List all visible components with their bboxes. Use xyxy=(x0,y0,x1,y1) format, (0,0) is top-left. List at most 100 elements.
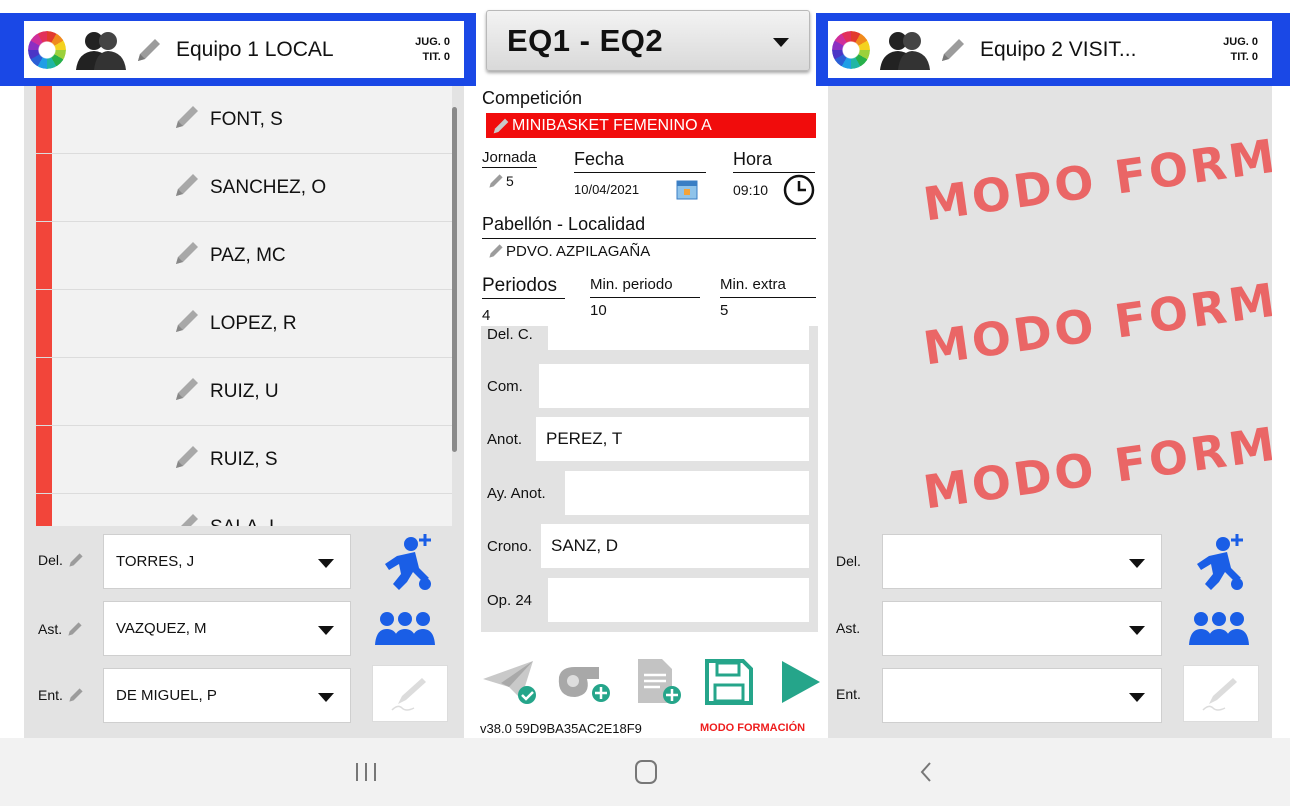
home-delegate-value: TORRES, J xyxy=(116,553,195,570)
edit-pencil-icon[interactable] xyxy=(172,102,202,137)
clock-icon[interactable] xyxy=(783,174,815,211)
home-player-list[interactable]: FONT, S SANCHEZ, O PAZ, MC LOPEZ, R RUIZ… xyxy=(36,86,452,526)
training-mode-watermark: MODO FORMA xyxy=(920,266,1272,376)
back-icon[interactable] xyxy=(904,752,948,792)
hora-value[interactable]: 09:10 xyxy=(733,182,768,198)
team-members-icon[interactable] xyxy=(1186,604,1252,654)
home-coach-signature-box[interactable] xyxy=(372,665,448,722)
official-label: Ay. Anot. xyxy=(487,484,546,502)
official-label: Anot. xyxy=(487,430,523,448)
home-coach-select[interactable]: DE MIGUEL, P xyxy=(103,668,351,723)
away-coach-select[interactable] xyxy=(882,668,1162,723)
edit-pencil-icon[interactable] xyxy=(486,172,506,190)
match-selector-dropdown[interactable]: EQ1 - EQ2 xyxy=(486,10,810,71)
away-team-name[interactable]: Equipo 2 VISIT... xyxy=(980,38,1136,62)
chevron-down-icon xyxy=(318,693,334,702)
jornada-field[interactable]: 5 xyxy=(486,172,514,190)
edit-pencil-icon[interactable] xyxy=(172,442,202,477)
away-staff-delegate-label: Del. xyxy=(836,553,861,569)
home-assistant-value: VAZQUEZ, M xyxy=(116,620,207,637)
edit-pencil-icon[interactable] xyxy=(67,686,85,704)
fecha-value[interactable]: 10/04/2021 xyxy=(574,182,639,197)
min-extra-value[interactable]: 5 xyxy=(720,302,728,319)
official-row: Crono. SANZ, D xyxy=(481,524,818,568)
player-row[interactable]: SANCHEZ, O xyxy=(36,154,452,222)
away-coach-signature-box[interactable] xyxy=(1183,665,1259,722)
edit-pencil-icon[interactable] xyxy=(134,35,164,65)
save-icon[interactable] xyxy=(700,657,758,707)
recent-apps-icon[interactable] xyxy=(344,752,388,792)
player-color-stripe xyxy=(36,222,52,289)
official-input[interactable] xyxy=(548,326,809,350)
official-input[interactable] xyxy=(565,471,809,515)
edit-pencil-icon[interactable] xyxy=(172,170,202,205)
color-wheel-icon[interactable] xyxy=(832,30,870,69)
player-row[interactable]: RUIZ, S xyxy=(36,426,452,494)
home-icon[interactable] xyxy=(624,752,668,792)
away-delegate-select[interactable] xyxy=(882,534,1162,589)
team-members-icon[interactable] xyxy=(372,604,438,654)
away-tit-count: TIT. 0 xyxy=(1230,50,1258,63)
home-jug-count: JUG. 0 xyxy=(415,35,450,48)
system-navigation-bar xyxy=(0,738,1290,806)
chevron-down-icon xyxy=(1129,693,1145,702)
chevron-down-icon xyxy=(318,626,334,635)
pabellon-underline xyxy=(482,238,816,239)
home-delegate-select[interactable]: TORRES, J xyxy=(103,534,351,589)
edit-pencil-icon[interactable] xyxy=(486,242,506,260)
calendar-icon[interactable] xyxy=(676,178,698,205)
competition-field[interactable]: MINIBASKET FEMENINO A xyxy=(486,113,816,138)
min-periodo-underline xyxy=(590,297,700,298)
player-row[interactable]: RUIZ, U xyxy=(36,358,452,426)
add-player-icon[interactable] xyxy=(1184,532,1254,594)
home-team-name[interactable]: Equipo 1 LOCAL xyxy=(176,38,334,62)
official-input[interactable] xyxy=(539,364,809,408)
edit-pencil-icon[interactable] xyxy=(172,374,202,409)
officials-list[interactable]: Del. C. Com. Anot. PEREZ, T Ay. Anot. Cr… xyxy=(481,326,818,632)
version-label: v38.0 59D9BA35AC2E18F9 xyxy=(480,721,642,736)
away-player-list[interactable]: MODO FORMA MODO FORMA MODO FORMA xyxy=(828,86,1272,526)
chevron-down-icon xyxy=(318,559,334,568)
chevron-down-icon xyxy=(1129,626,1145,635)
play-icon[interactable] xyxy=(774,657,826,707)
staff-label: Del. xyxy=(836,553,861,569)
away-staff-coach-label: Ent. xyxy=(836,686,861,702)
player-list-scrollbar[interactable] xyxy=(452,107,457,452)
edit-pencil-icon[interactable] xyxy=(938,35,968,65)
official-input[interactable] xyxy=(548,578,809,622)
users-icon[interactable] xyxy=(878,30,930,70)
away-assistant-select[interactable] xyxy=(882,601,1162,656)
edit-pencil-icon[interactable] xyxy=(490,116,512,136)
min-extra-underline xyxy=(720,297,816,298)
competition-value: MINIBASKET FEMENINO A xyxy=(512,116,712,134)
staff-label: Ent. xyxy=(836,686,861,702)
player-color-stripe xyxy=(36,290,52,357)
player-name: SALA, L xyxy=(210,517,280,527)
player-row[interactable]: PAZ, MC xyxy=(36,222,452,290)
player-row[interactable]: SALA, L xyxy=(36,494,452,526)
edit-pencil-icon[interactable] xyxy=(172,238,202,273)
edit-pencil-icon[interactable] xyxy=(172,510,202,526)
color-wheel-icon[interactable] xyxy=(28,30,66,69)
away-jug-count: JUG. 0 xyxy=(1223,35,1258,48)
send-checked-icon[interactable] xyxy=(480,657,542,707)
home-assistant-select[interactable]: VAZQUEZ, M xyxy=(103,601,351,656)
app-root: Equipo 1 LOCAL JUG. 0 TIT. 0 Equipo 2 VI… xyxy=(0,0,1290,806)
min-periodo-value[interactable]: 10 xyxy=(590,302,607,319)
pabellon-value: PDVO. AZPILAGAÑA xyxy=(506,242,651,260)
edit-pencil-icon[interactable] xyxy=(172,306,202,341)
official-input[interactable]: PEREZ, T xyxy=(536,417,809,461)
training-mode-watermark: MODO FORMA xyxy=(920,410,1272,520)
edit-pencil-icon[interactable] xyxy=(67,551,85,569)
player-row[interactable]: FONT, S xyxy=(36,86,452,154)
add-player-icon[interactable] xyxy=(372,532,442,594)
users-icon[interactable] xyxy=(74,30,126,70)
document-add-icon[interactable] xyxy=(628,657,688,707)
periodos-value[interactable]: 4 xyxy=(482,307,490,324)
official-input[interactable]: SANZ, D xyxy=(541,524,809,568)
whistle-add-icon[interactable] xyxy=(552,657,618,707)
pabellon-field[interactable]: PDVO. AZPILAGAÑA xyxy=(486,242,650,260)
edit-pencil-icon[interactable] xyxy=(66,620,84,638)
player-row[interactable]: LOPEZ, R xyxy=(36,290,452,358)
away-team-counters: JUG. 0 TIT. 0 xyxy=(1223,35,1258,65)
